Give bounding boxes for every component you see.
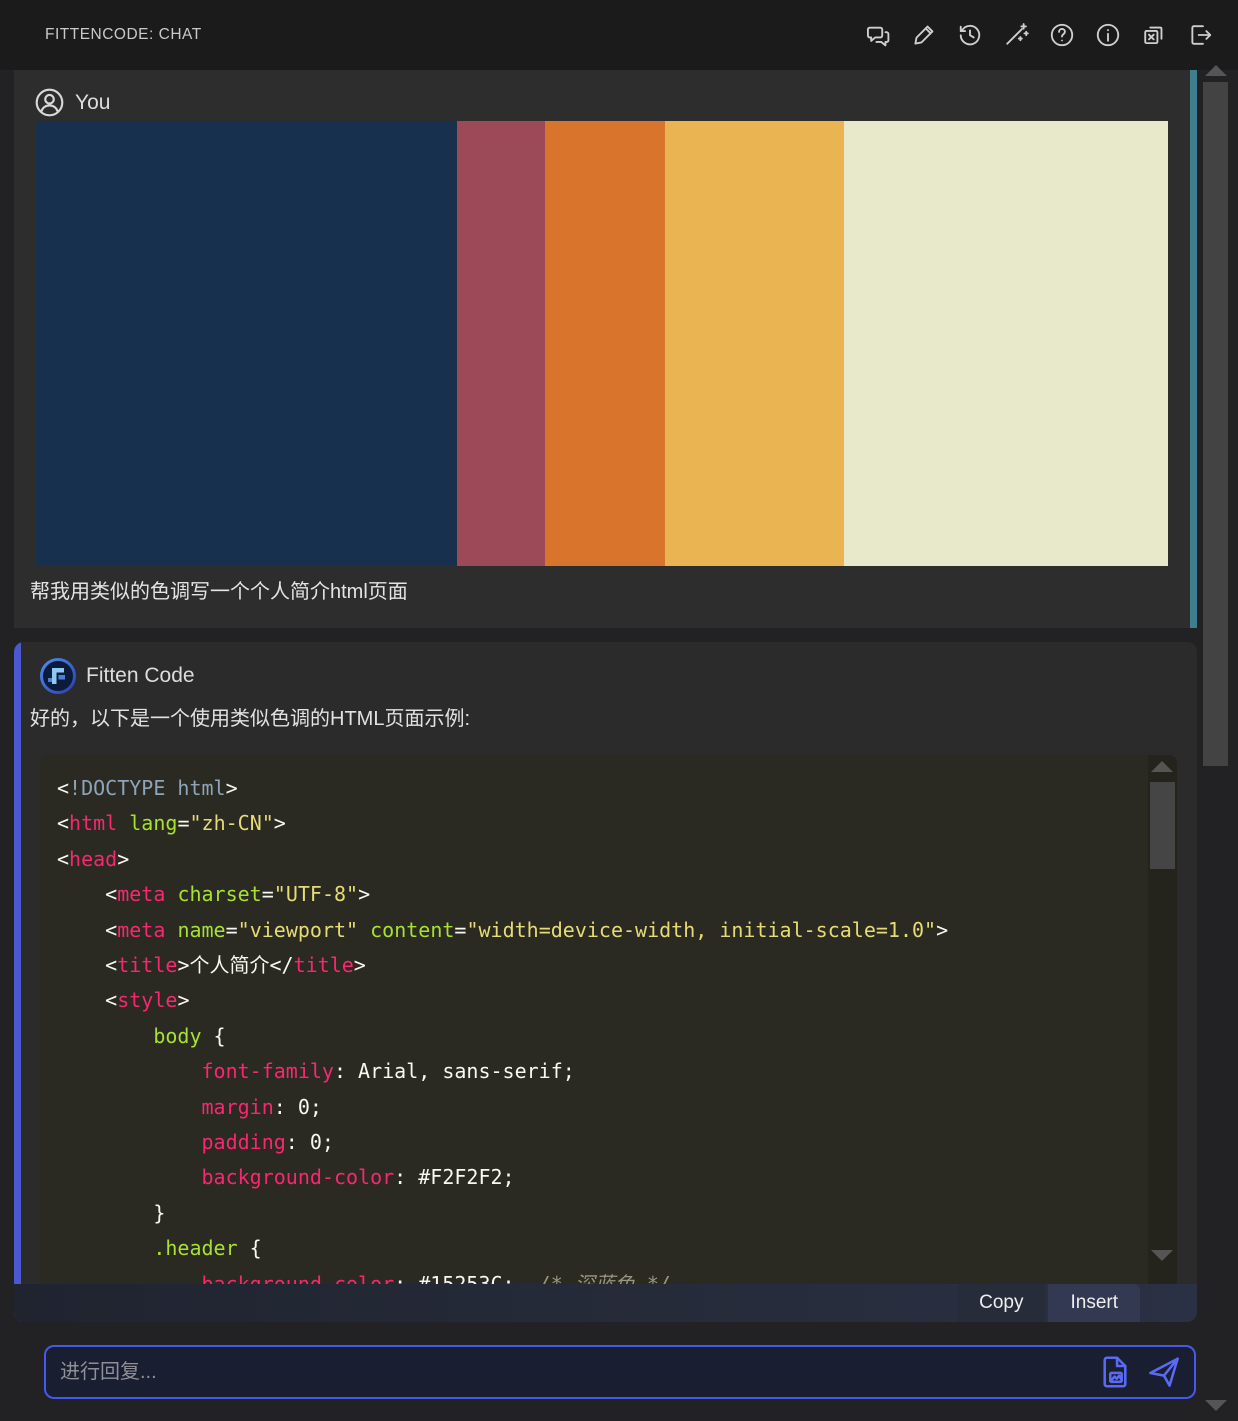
code-line: .header {: [57, 1231, 1137, 1266]
code-line: <head>: [57, 842, 1137, 877]
panel-scrollbar-thumb[interactable]: [1203, 82, 1228, 766]
code-scroll-down-icon[interactable]: [1151, 1250, 1173, 1261]
code-scrollbar-thumb[interactable]: [1150, 782, 1175, 869]
user-author-row: You: [34, 87, 1190, 118]
user-message-text: 帮我用类似的色调写一个个人简介html页面: [30, 575, 408, 604]
magic-wand-icon[interactable]: [999, 19, 1032, 52]
code-line: padding: 0;: [57, 1125, 1137, 1160]
code-scroll-up-icon[interactable]: [1151, 761, 1173, 772]
assistant-intro-text: 好的，以下是一个使用类似色调的HTML页面示例:: [30, 702, 470, 731]
code-line: background-color: #15253C; /* 深蓝色 */: [57, 1267, 1137, 1284]
code-line: font-family: Arial, sans-serif;: [57, 1054, 1137, 1089]
code-line: <style>: [57, 983, 1137, 1018]
panel-titlebar: FITTENCODE: CHAT: [0, 0, 1238, 70]
code-line: <!DOCTYPE html>: [57, 771, 1137, 806]
code-content: <!DOCTYPE html><html lang="zh-CN"><head>…: [40, 755, 1177, 1284]
code-line: }: [57, 1196, 1137, 1231]
palette-image: [36, 121, 1168, 566]
attach-image-icon[interactable]: [1095, 1350, 1135, 1394]
panel-scroll-up-icon[interactable]: [1205, 65, 1227, 76]
panel-scroll-down-icon[interactable]: [1205, 1400, 1227, 1411]
panel-title: FITTENCODE: CHAT: [45, 26, 202, 44]
code-line: <title>个人简介</title>: [57, 948, 1137, 983]
titlebar-actions: [861, 0, 1216, 70]
info-icon[interactable]: [1091, 19, 1124, 52]
code-line: <meta name="viewport" content="width=dev…: [57, 913, 1137, 948]
assistant-author-row: Fitten Code: [40, 658, 1197, 694]
question-icon[interactable]: [1045, 19, 1078, 52]
code-line: background-color: #F2F2F2;: [57, 1160, 1137, 1195]
assistant-message: Fitten Code 好的，以下是一个使用类似色调的HTML页面示例: <!D…: [14, 642, 1197, 1322]
fitten-logo-icon: [40, 658, 76, 694]
palette-swatch: [545, 121, 665, 566]
reply-composer: [44, 1345, 1196, 1399]
code-block: <!DOCTYPE html><html lang="zh-CN"><head>…: [40, 755, 1177, 1284]
palette-swatch: [36, 121, 457, 566]
user-message: You 帮我用类似的色调写一个个人简介html页面: [14, 70, 1197, 628]
insert-button[interactable]: Insert: [1048, 1284, 1140, 1322]
palette-swatch: [665, 121, 844, 566]
copy-button[interactable]: Copy: [957, 1284, 1045, 1322]
code-line: body {: [57, 1019, 1137, 1054]
send-icon[interactable]: [1144, 1350, 1184, 1394]
history-icon[interactable]: [953, 19, 986, 52]
close-all-icon[interactable]: [1137, 19, 1170, 52]
user-author-name: You: [75, 91, 110, 115]
assistant-accent-bar: [14, 642, 21, 1322]
composer-actions: [1095, 1350, 1194, 1394]
code-line: <html lang="zh-CN">: [57, 806, 1137, 841]
edit-icon[interactable]: [907, 19, 940, 52]
account-icon: [34, 87, 65, 118]
palette-swatch: [844, 121, 1168, 566]
assistant-author-name: Fitten Code: [86, 664, 195, 688]
comment-discussion-icon[interactable]: [861, 19, 894, 52]
code-action-bar: Copy Insert: [14, 1284, 1197, 1322]
sign-out-icon[interactable]: [1183, 19, 1216, 52]
palette-swatch: [457, 121, 545, 566]
reply-input[interactable]: [46, 1347, 1095, 1397]
code-line: margin: 0;: [57, 1090, 1137, 1125]
code-line: <meta charset="UTF-8">: [57, 877, 1137, 912]
